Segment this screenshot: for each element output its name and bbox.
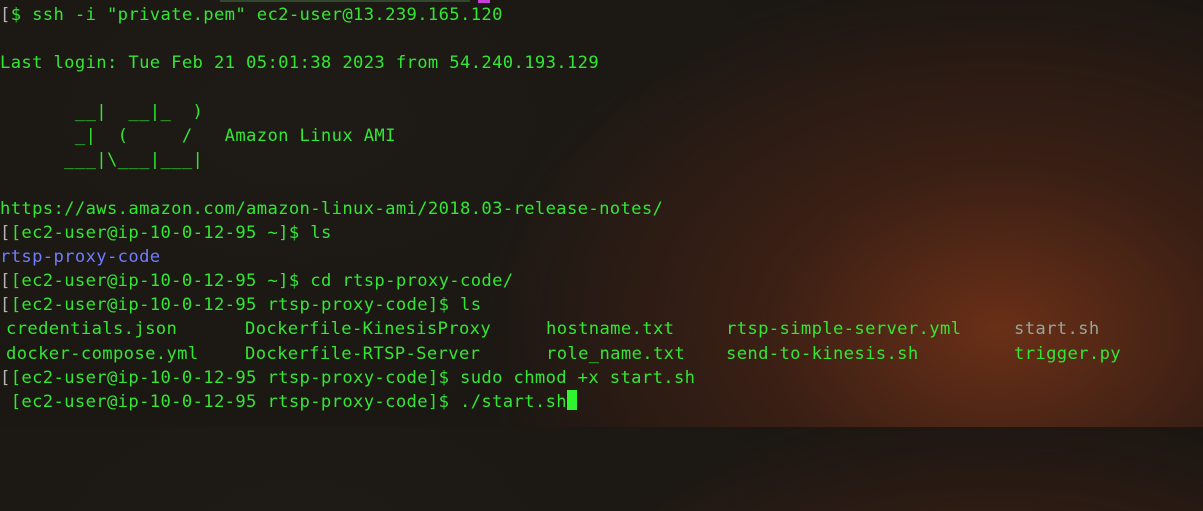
- prompt-command: [ec2-user@ip-10-0-12-95 ~]$ cd rtsp-prox…: [10, 271, 514, 292]
- line-bracket: [: [0, 271, 11, 292]
- prompt-line-current[interactable]: [ec2-user@ip-10-0-12-95 rtsp-proxy-code]…: [0, 390, 1203, 414]
- last-login-text: Last login: Tue Feb 21 05:01:38 2023 fro…: [0, 53, 600, 74]
- file-entry: Dockerfile-RTSP-Server: [245, 343, 481, 364]
- prompt-command: [ec2-user@ip-10-0-12-95 rtsp-proxy-code]…: [10, 367, 696, 388]
- text-cursor: [566, 390, 577, 410]
- file-entry-executable: start.sh: [1014, 319, 1100, 340]
- line-bracket: [: [0, 367, 11, 388]
- prompt-command: [ec2-user@ip-10-0-12-95 rtsp-proxy-code]…: [10, 295, 482, 316]
- file-entry: send-to-kinesis.sh: [726, 343, 919, 364]
- terminal-window[interactable]: [$ ssh -i "private.pem" ec2-user@13.239.…: [0, 0, 1203, 427]
- terminal-line-last-login: Last login: Tue Feb 21 05:01:38 2023 fro…: [0, 51, 1203, 75]
- current-input[interactable]: [ec2-user@ip-10-0-12-95 rtsp-proxy-code]…: [0, 392, 567, 412]
- release-notes-link[interactable]: https://aws.amazon.com/amazon-linux-ami/…: [0, 199, 663, 219]
- terminal-line-ssh: [$ ssh -i "private.pem" ec2-user@13.239.…: [0, 3, 1203, 27]
- ascii-art-text: _| ( / Amazon Linux AMI: [0, 125, 396, 146]
- directory-entry: rtsp-proxy-code: [0, 246, 161, 267]
- ssh-command: $ ssh -i "private.pem" ec2-user@13.239.1…: [10, 5, 503, 25]
- file-entry: trigger.py: [1014, 343, 1121, 364]
- ascii-art-line-3: ___|\___|___|: [0, 148, 1203, 172]
- prompt-line-ls-home: [[ec2-user@ip-10-0-12-95 ~]$ ls: [0, 221, 1203, 245]
- ascii-art-line-1: __| __|_ ): [0, 100, 1203, 124]
- file-entry: credentials.json: [6, 319, 178, 340]
- ls-output-row-1: credentials.json Dockerfile-KinesisProxy…: [0, 317, 1203, 341]
- ascii-art-line-2: _| ( / Amazon Linux AMI: [0, 124, 1203, 148]
- ls-output-row-2: docker-compose.yml Dockerfile-RTSP-Serve…: [0, 342, 1203, 366]
- file-entry: role_name.txt: [546, 343, 686, 364]
- prompt-line-cd: [[ec2-user@ip-10-0-12-95 ~]$ cd rtsp-pro…: [0, 269, 1203, 293]
- ascii-art-text: ___|\___|___|: [0, 150, 204, 171]
- prompt-line-chmod: [[ec2-user@ip-10-0-12-95 rtsp-proxy-code…: [0, 366, 1203, 390]
- line-bracket: [: [0, 222, 11, 243]
- file-entry: rtsp-simple-server.yml: [726, 319, 962, 340]
- file-entry: Dockerfile-KinesisProxy: [245, 319, 492, 340]
- directory-listing-home: rtsp-proxy-code: [0, 245, 1203, 269]
- file-entry: docker-compose.yml: [6, 343, 199, 364]
- file-entry: hostname.txt: [546, 319, 675, 340]
- ascii-art-text: __| __|_ ): [0, 101, 204, 122]
- line-bracket: [: [0, 295, 11, 316]
- release-notes-url[interactable]: https://aws.amazon.com/amazon-linux-ami/…: [0, 197, 1203, 221]
- prompt-command: [ec2-user@ip-10-0-12-95 ~]$ ls: [10, 222, 332, 243]
- line-bracket: [: [0, 5, 11, 25]
- prompt-line-ls-project: [[ec2-user@ip-10-0-12-95 rtsp-proxy-code…: [0, 293, 1203, 317]
